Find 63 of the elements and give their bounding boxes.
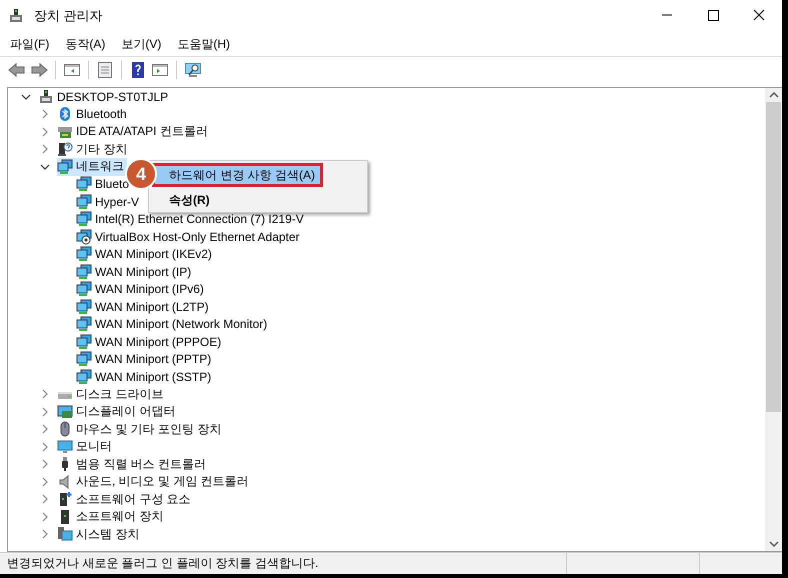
menu-item[interactable]: 동작(A) [65,34,106,54]
tree-item[interactable]: WAN Miniport (PPPOE) [76,333,224,350]
tree-item[interactable]: 기타 장치 [57,140,130,158]
tree-item[interactable]: WAN Miniport (PPTP) [76,350,214,368]
tree-item[interactable]: WAN Miniport (SSTP) [76,368,214,386]
menu-item[interactable]: 속성(R) [152,190,364,210]
menu-item[interactable]: 도움말(H) [177,34,230,54]
tree-item[interactable]: 마우스 및 기타 포인팅 장치 [57,420,224,438]
tree-item[interactable]: WAN Miniport (IPv6) [76,280,207,298]
network-adapter-icon [57,158,73,175]
monitor-search-icon[interactable] [184,61,202,79]
status-text: 변경되었거나 새로운 플러그 인 플레이 장치를 검색합니다. [6,555,320,572]
tree-item[interactable]: 디스플레이 어댑터 [57,403,178,420]
menu-item[interactable]: 파일(F) [10,34,50,54]
tree-item[interactable]: 모니터 [57,438,115,456]
tree-item[interactable]: 네트워크 [57,158,127,176]
system-icon [57,526,73,542]
help-icon[interactable] [129,61,147,79]
tree-item[interactable]: 소프트웨어 장치 [57,508,166,526]
network-adapter-icon [76,298,92,315]
network-adapter-icon [76,368,92,385]
tree-item[interactable]: WAN Miniport (IKEv2) [76,246,215,263]
app-icon [8,8,24,24]
bluetooth-icon [57,106,73,122]
action-pane-icon[interactable] [151,61,169,79]
tree-item[interactable]: VirtualBox Host-Only Ethernet Adapter [76,228,303,246]
network-adapter-icon [76,334,92,350]
network-adapter-icon [76,228,92,245]
network-adapter-icon [76,246,92,262]
tree-item[interactable]: DESKTOP-ST0TJLP [38,88,172,106]
network-adapter-icon [76,281,92,298]
computer-icon [38,88,54,105]
network-adapter-icon [76,264,92,280]
tree-item[interactable]: 소프트웨어 구성 요소 [57,490,194,508]
component-icon [57,491,73,508]
window-title: 장치 관리자 [34,7,103,25]
properties-icon[interactable] [96,61,114,79]
scrollbar[interactable] [765,88,782,551]
tree-item[interactable]: Hyper-V [76,193,142,210]
tree-item[interactable]: IDE ATA/ATAPI 컨트롤러 [57,123,211,140]
tree-item[interactable]: 시스템 장치 [57,526,142,543]
network-adapter-icon [76,351,92,368]
tree-item[interactable]: Blueto [76,176,132,193]
network-adapter-icon [76,194,92,210]
tree-item[interactable]: WAN Miniport (IP) [76,263,194,280]
display-adapter-icon [57,404,73,420]
unknown-device-icon [57,141,73,158]
network-adapter-icon [76,176,92,192]
menu-item[interactable]: 하드웨어 변경 사항 검색(A) [152,163,323,187]
network-adapter-icon [76,316,92,332]
network-adapter-icon [76,211,92,228]
menu-item[interactable]: 보기(V) [121,34,162,54]
forward-arrow-icon[interactable] [30,61,48,79]
tree-item[interactable]: Intel(R) Ethernet Connection (7) I219-V [76,210,307,228]
tree-item[interactable]: WAN Miniport (Network Monitor) [76,316,270,333]
tree-item[interactable]: Bluetooth [57,106,130,123]
back-arrow-icon[interactable] [8,61,26,79]
tree-item[interactable]: 사운드, 비디오 및 게임 컨트롤러 [57,473,252,490]
tree-item[interactable]: 디스크 드라이브 [57,386,166,403]
console-tree-icon[interactable] [63,61,81,79]
tree-item[interactable]: WAN Miniport (L2TP) [76,298,212,316]
tree-item[interactable]: 범용 직렬 버스 컨트롤러 [57,456,210,473]
monitor-icon [57,438,73,455]
